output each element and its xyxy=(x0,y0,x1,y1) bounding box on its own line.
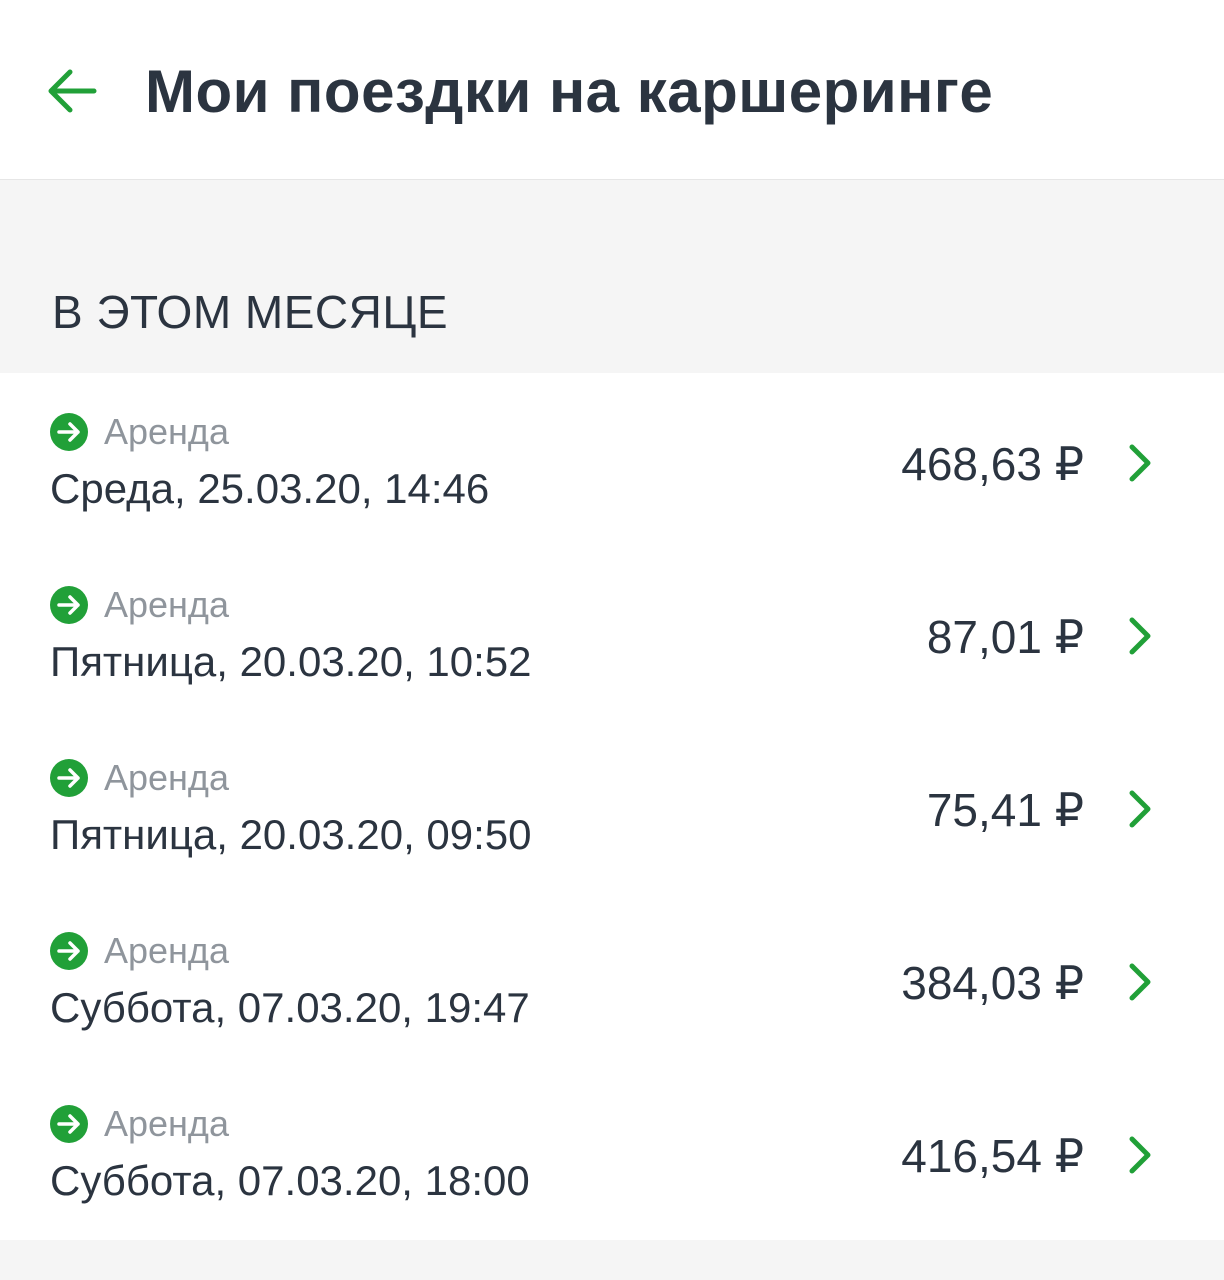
trip-item[interactable]: Аренда Суббота, 07.03.20, 19:47 384,03 ₽ xyxy=(0,892,1224,1065)
trip-date: Пятница, 20.03.20, 10:52 xyxy=(50,638,532,685)
trip-amount: 75,41 ₽ xyxy=(926,784,1084,836)
trip-amount: 384,03 ₽ xyxy=(901,957,1084,1009)
trip-list: Аренда Среда, 25.03.20, 14:46 468,63 ₽ А… xyxy=(0,373,1224,1240)
chevron-right-icon xyxy=(1124,789,1156,829)
chevron-right-icon xyxy=(1124,616,1156,656)
page-title: Мои поездки на каршеринге xyxy=(145,58,994,125)
chevron-right-icon xyxy=(1124,1135,1156,1175)
trip-type-label: Аренда xyxy=(104,411,229,452)
trip-date: Суббота, 07.03.20, 19:47 xyxy=(50,984,530,1031)
chevron-right-icon xyxy=(1124,443,1156,483)
trip-item[interactable]: Аренда Суббота, 07.03.20, 18:00 416,54 ₽ xyxy=(0,1065,1224,1238)
trip-item[interactable]: Аренда Пятница, 20.03.20, 09:50 75,41 ₽ xyxy=(0,719,1224,892)
trip-item[interactable]: Аренда Среда, 25.03.20, 14:46 468,63 ₽ xyxy=(0,373,1224,546)
section-header-area: В ЭТОМ МЕСЯЦЕ xyxy=(0,180,1224,373)
arrow-left-icon xyxy=(48,69,97,113)
section-title: В ЭТОМ МЕСЯЦЕ xyxy=(52,286,449,338)
trip-item[interactable]: Аренда Пятница, 20.03.20, 10:52 87,01 ₽ xyxy=(0,546,1224,719)
chevron-right-icon xyxy=(1124,962,1156,1002)
app-header: Мои поездки на каршеринге xyxy=(0,0,1224,180)
trip-date: Суббота, 07.03.20, 18:00 xyxy=(50,1157,530,1204)
app-screen: Мои поездки на каршеринге В ЭТОМ МЕСЯЦЕ … xyxy=(0,0,1224,1280)
back-button[interactable] xyxy=(40,58,104,122)
trip-amount: 416,54 ₽ xyxy=(901,1130,1084,1182)
trip-amount: 468,63 ₽ xyxy=(901,438,1084,490)
trip-type-label: Аренда xyxy=(104,757,229,798)
trip-amount: 87,01 ₽ xyxy=(926,611,1084,663)
arrow-right-circle-icon xyxy=(50,413,88,451)
arrow-right-circle-icon xyxy=(50,1105,88,1143)
trip-type-label: Аренда xyxy=(104,930,229,971)
trip-date: Пятница, 20.03.20, 09:50 xyxy=(50,811,532,858)
trip-type-label: Аренда xyxy=(104,1103,229,1144)
arrow-right-circle-icon xyxy=(50,586,88,624)
arrow-right-circle-icon xyxy=(50,759,88,797)
trip-date: Среда, 25.03.20, 14:46 xyxy=(50,465,490,512)
arrow-right-circle-icon xyxy=(50,932,88,970)
trip-type-label: Аренда xyxy=(104,584,229,625)
